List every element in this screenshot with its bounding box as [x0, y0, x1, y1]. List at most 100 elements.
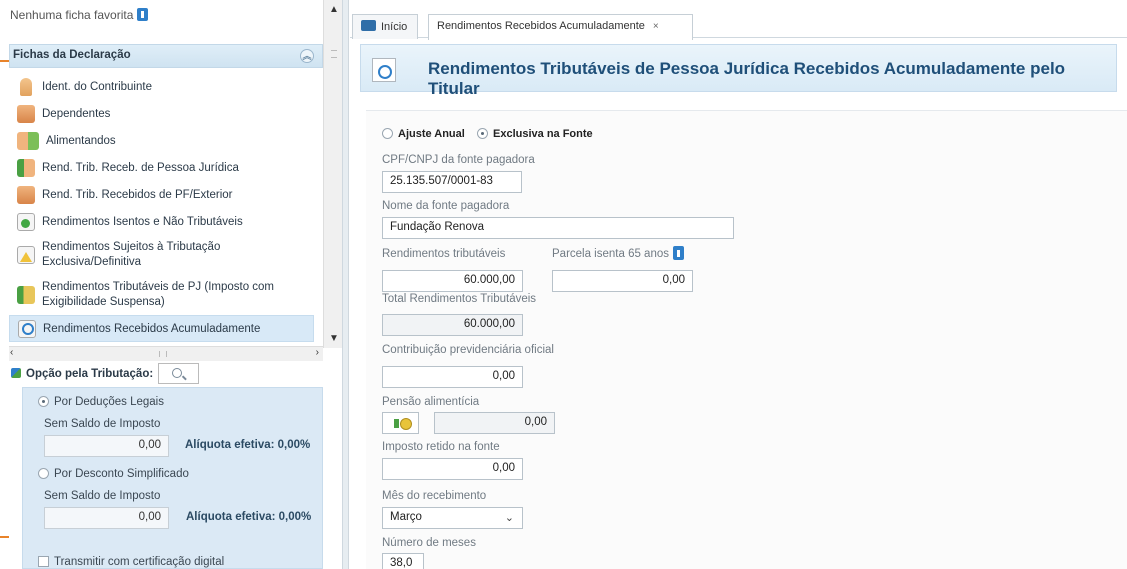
tab-inicio[interactable]: Início: [352, 14, 418, 39]
sidebar-item-rend-acumuladamente[interactable]: Rendimentos Recebidos Acumuladamente: [9, 315, 314, 342]
favorites-text: Nenhuma ficha favorita: [10, 8, 134, 22]
sidebar-horizontal-scrollbar[interactable]: ‹ ›: [9, 346, 323, 361]
sidebar-item-rend-isentos[interactable]: Rendimentos Isentos e Não Tributáveis: [9, 208, 314, 235]
accumulated-income-icon: [18, 319, 36, 338]
favorites-bar: Nenhuma ficha favorita: [0, 0, 323, 40]
deducoes-value: 0,00: [44, 435, 169, 457]
imposto-input[interactable]: 0,00: [382, 458, 523, 480]
radio-exclusiva-fonte[interactable]: Exclusiva na Fonte: [477, 128, 593, 140]
radio-unselected-icon[interactable]: [38, 468, 49, 479]
opcao-tributacao-header: Opção pela Tributação:: [9, 362, 342, 386]
mes-select-value: Março: [390, 511, 422, 523]
radio-deducoes-legais[interactable]: Por Deduções Legais: [38, 396, 164, 408]
tab-bar: Início Rendimentos Recebidos Acumuladame…: [350, 0, 1127, 40]
pensao-value: 0,00: [434, 412, 555, 434]
transmitir-checkbox[interactable]: Transmitir com certificação digital: [38, 556, 224, 568]
checkbox-label: Transmitir com certificação digital: [54, 556, 225, 568]
sidebar-item-label: Rendimentos Tributáveis de PJ (Imposto c…: [42, 281, 275, 308]
left-panel: Nenhuma ficha favorita Fichas da Declara…: [0, 0, 343, 569]
accumulated-income-icon: [372, 58, 396, 82]
sidebar-item-ident-contribuinte[interactable]: Ident. do Contribuinte: [9, 73, 314, 100]
rend-trib-input[interactable]: 60.000,00: [382, 270, 523, 292]
simplificado-saldo-label: Sem Saldo de Imposto: [44, 490, 161, 502]
tab-label: Início: [381, 21, 408, 33]
scroll-grip[interactable]: [159, 351, 167, 357]
sidebar-item-label: Rendimentos Sujeitos à Tributação Exclus…: [42, 241, 221, 268]
dependents-icon: [17, 104, 35, 123]
scroll-up-icon[interactable]: ▲: [329, 4, 339, 15]
radio-label: Ajuste Anual: [398, 128, 465, 140]
cpf-input[interactable]: 25.135.507/0001-83: [382, 171, 522, 193]
collapse-icon[interactable]: ︽: [300, 49, 314, 63]
scroll-right-icon[interactable]: ›: [316, 347, 319, 358]
sidebar-item-rend-trib-pf[interactable]: Rend. Trib. Recebidos de PF/Exterior: [9, 181, 314, 208]
pensao-edit-button[interactable]: [382, 412, 419, 434]
simplificado-aliquota: Alíquota efetiva: 0,00%: [186, 511, 312, 523]
tributacao-panel: Por Deduções Legais Sem Saldo de Imposto…: [22, 387, 323, 569]
radio-unselected-icon[interactable]: [382, 128, 393, 139]
income-pf-icon: [17, 185, 35, 204]
scroll-down-icon[interactable]: ▼: [329, 333, 339, 344]
alimentandos-icon: [17, 131, 39, 150]
panel-divider[interactable]: [343, 0, 349, 569]
sidebar-item-rend-trib-pj[interactable]: Rend. Trib. Receb. de Pessoa Jurídica: [9, 154, 314, 181]
total-value: 60.000,00: [382, 314, 523, 336]
close-icon[interactable]: ×: [653, 21, 659, 32]
page-title: Rendimentos Tributáveis de Pessoa Jurídi…: [428, 59, 1066, 98]
deducoes-aliquota: Alíquota efetiva: 0,00%: [185, 439, 311, 451]
fichas-header-label: Fichas da Declaração: [13, 49, 131, 61]
person-icon: [20, 77, 32, 96]
radio-selected-icon[interactable]: [38, 396, 49, 407]
sidebar-item-dependentes[interactable]: Dependentes: [9, 100, 314, 127]
income-pj-icon: [17, 158, 35, 177]
simplificado-value: 0,00: [44, 507, 169, 529]
warning-doc-icon: [17, 246, 35, 264]
sidebar-item-label: Rendimentos Recebidos Acumuladamente: [43, 322, 261, 335]
cpf-label: CPF/CNPJ da fonte pagadora: [382, 154, 535, 166]
tab-rendimentos-acumuladamente[interactable]: Rendimentos Recebidos Acumuladamente ×: [428, 14, 693, 40]
tax-option-icon: [11, 368, 21, 378]
radio-selected-icon[interactable]: [477, 128, 488, 139]
sidebar-item-alimentandos[interactable]: Alimentandos: [9, 127, 314, 154]
sidebar-item-label: Ident. do Contribuinte: [42, 80, 152, 93]
form-area: Ajuste Anual Exclusiva na Fonte CPF/CNPJ…: [366, 110, 1127, 569]
parcela-label: Parcela isenta 65 anos: [552, 248, 669, 260]
parcela-label-row: Parcela isenta 65 anos: [552, 246, 684, 260]
mes-select[interactable]: Março ⌄: [382, 507, 523, 529]
scroll-grip[interactable]: [331, 50, 337, 58]
checkbox-icon[interactable]: [38, 556, 49, 567]
sidebar-item-rend-exclusiva[interactable]: Rendimentos Sujeitos à Tributação Exclus…: [9, 235, 314, 275]
info-icon[interactable]: [137, 8, 149, 21]
info-icon[interactable]: [673, 246, 684, 260]
meses-input[interactable]: 38,0: [382, 553, 424, 569]
tab-label: Rendimentos Recebidos Acumuladamente: [437, 20, 645, 32]
sidebar-item-label: Rend. Trib. Receb. de Pessoa Jurídica: [42, 161, 239, 174]
home-icon: [361, 20, 376, 31]
nome-label: Nome da fonte pagadora: [382, 200, 510, 212]
rend-trib-label: Rendimentos tributáveis: [382, 248, 506, 260]
radio-label: Por Deduções Legais: [54, 396, 164, 408]
fichas-list: Ident. do Contribuinte Dependentes Alime…: [9, 73, 314, 342]
sidebar-vertical-scrollbar[interactable]: ▲ ▼: [323, 0, 342, 348]
parcela-input[interactable]: 0,00: [552, 270, 693, 292]
main-panel: Início Rendimentos Recebidos Acumuladame…: [350, 0, 1127, 569]
scroll-left-icon[interactable]: ‹: [10, 347, 13, 358]
total-label: Total Rendimentos Tributáveis: [382, 293, 537, 305]
contrib-input[interactable]: 0,00: [382, 366, 523, 388]
sidebar-item-rend-exigibilidade[interactable]: Rendimentos Tributáveis de PJ (Imposto c…: [9, 275, 314, 315]
radio-ajuste-anual[interactable]: Ajuste Anual: [382, 128, 465, 140]
deducoes-saldo-label: Sem Saldo de Imposto: [44, 418, 161, 430]
page-header: Rendimentos Tributáveis de Pessoa Jurídi…: [360, 44, 1117, 98]
radio-label: Por Desconto Simplificado: [54, 468, 189, 480]
opcao-tributacao-label: Opção pela Tributação:: [26, 368, 154, 380]
radio-label: Exclusiva na Fonte: [493, 128, 593, 140]
fichas-header[interactable]: Fichas da Declaração ︽: [9, 44, 323, 68]
radio-desconto-simplificado[interactable]: Por Desconto Simplificado: [38, 468, 189, 480]
nome-input[interactable]: Fundação Renova: [382, 217, 734, 239]
suspended-income-icon: [17, 286, 35, 304]
exempt-income-icon: [17, 212, 35, 231]
contrib-label: Contribuição previdenciária oficial: [382, 344, 554, 356]
orange-marker: [0, 536, 9, 538]
chevron-down-icon[interactable]: ⌄: [505, 511, 514, 524]
search-button[interactable]: [158, 363, 199, 384]
